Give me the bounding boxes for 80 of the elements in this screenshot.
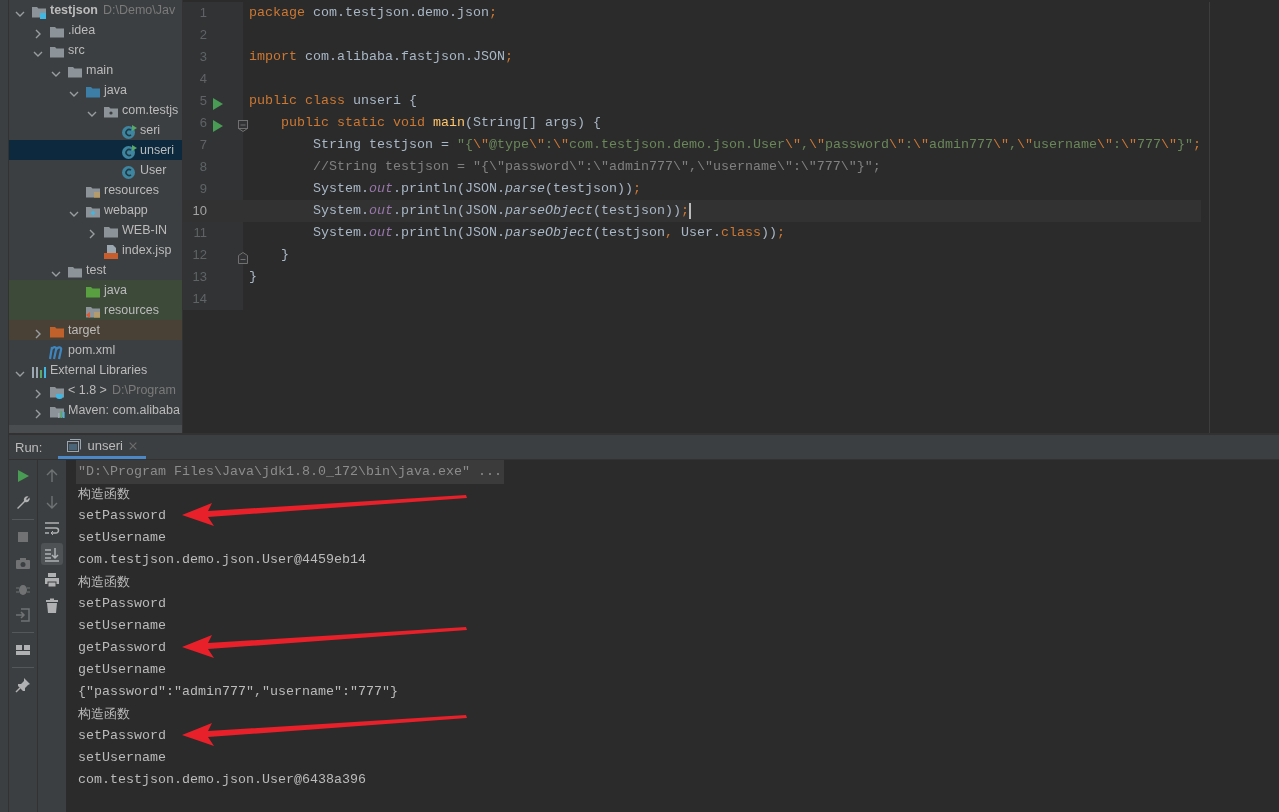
output-line: setUsername xyxy=(77,529,167,547)
item-label: resources xyxy=(104,301,159,319)
code-line: } xyxy=(248,268,257,286)
item-label: com.testjs xyxy=(122,101,179,119)
tree-item[interactable]: index.jsp xyxy=(9,240,182,260)
item-label: .idea xyxy=(68,21,96,39)
item-label: resources xyxy=(104,181,159,199)
item-label: index.jsp xyxy=(122,241,172,259)
line-number: 10 xyxy=(191,202,207,221)
item-label: External Libraries xyxy=(50,361,148,379)
code-line: public static void main(String[] args) { xyxy=(280,114,601,132)
tree-item[interactable]: External Libraries xyxy=(9,360,182,380)
tree-item[interactable]: src xyxy=(9,40,182,60)
output-line: {"password":"admin777","username":"777"} xyxy=(77,683,399,701)
tree-item[interactable]: resources xyxy=(9,300,182,320)
item-label: pom.xml xyxy=(68,341,116,359)
run-icon[interactable] xyxy=(213,117,223,129)
tree-item[interactable]: com.testjs xyxy=(9,100,182,120)
close-icon[interactable] xyxy=(127,440,138,451)
tree-item[interactable]: User xyxy=(9,160,182,180)
console-icon xyxy=(66,437,83,454)
fold-icon[interactable] xyxy=(238,117,248,129)
output-line: 构造函数 xyxy=(77,572,131,591)
tree-item[interactable]: seri xyxy=(9,120,182,140)
tree-item[interactable]: .idea xyxy=(9,20,182,40)
code-line: System.out.println(JSON.parse(testjson)); xyxy=(312,180,641,198)
output-line: 构造函数 xyxy=(77,484,131,503)
output-line: setPassword xyxy=(77,507,167,525)
item-label: webapp xyxy=(104,201,148,219)
scroll-end-icon[interactable] xyxy=(41,543,63,565)
path-hint: D:\Program xyxy=(111,381,176,399)
scrollbar[interactable] xyxy=(9,425,182,433)
item-label: java xyxy=(104,81,127,99)
item-label: src xyxy=(68,41,85,59)
run-icon[interactable] xyxy=(213,95,223,107)
item-label: main xyxy=(86,61,114,79)
tree-item[interactable]: resources xyxy=(9,180,182,200)
panel-label: Run: xyxy=(14,439,44,457)
output-line: 构造函数 xyxy=(77,704,131,723)
code-line: } xyxy=(280,246,289,264)
tree-item[interactable]: Maven: com.alibaba xyxy=(9,400,182,420)
code-line: String testjson = "{\"@type\":\"com.testjson.demo.json.User\",\"password\":\"admin777\",\"username\":\"777\"}"; xyxy=(312,136,1201,154)
item-label: java xyxy=(104,281,127,299)
output-line: getPassword xyxy=(77,639,167,657)
tree-item[interactable]: webapp xyxy=(9,200,182,220)
path-hint: D:\Demo\Jav xyxy=(102,1,176,19)
tree-item[interactable]: unseri xyxy=(9,140,182,160)
tree-item[interactable]: java xyxy=(9,80,182,100)
item-label: User xyxy=(140,161,167,179)
item-label: WEB-IN xyxy=(122,221,168,239)
item-label: target xyxy=(68,321,100,339)
code-line: System.out.println(JSON.parseObject(testjson)); xyxy=(312,202,689,220)
code-line: package com.testjson.demo.json; xyxy=(248,4,497,22)
item-label: testjson xyxy=(50,1,98,19)
output-line: getUsername xyxy=(77,661,167,679)
tree-item[interactable]: testjson D:\Demo\Jav xyxy=(9,0,182,20)
output-line: setPassword xyxy=(77,727,167,745)
code-line: //String testjson = "{\"password\":\"admin777\",\"username\":\"777\"}"; xyxy=(312,158,881,176)
output-line: setUsername xyxy=(77,749,167,767)
code-line: import com.alibaba.fastjson.JSON; xyxy=(248,48,513,66)
item-label: < 1.8 > xyxy=(68,381,107,399)
output-line: com.testjson.demo.json.User@4459eb14 xyxy=(77,551,367,569)
fold-icon[interactable] xyxy=(238,249,248,261)
item-label: Maven: com.alibaba xyxy=(68,401,180,419)
tree-item[interactable]: pom.xml xyxy=(9,340,182,360)
tree-item[interactable]: main xyxy=(9,60,182,80)
item-label: test xyxy=(86,261,107,279)
item-label: unseri xyxy=(140,141,175,159)
tree-item[interactable]: test xyxy=(9,260,182,280)
output-line: setPassword xyxy=(77,595,167,613)
code-line: public class unseri { xyxy=(248,92,417,110)
tree-item[interactable]: java xyxy=(9,280,182,300)
tree-item[interactable]: target xyxy=(9,320,182,340)
text-cursor xyxy=(688,203,691,219)
output-line: com.testjson.demo.json.User@6438a396 xyxy=(77,771,367,789)
tree-item[interactable]: < 1.8 > D:\Program xyxy=(9,380,182,400)
output-line: setUsername xyxy=(77,617,167,635)
code-line: System.out.println(JSON.parseObject(testjson, User.class)); xyxy=(312,224,785,242)
tree-item[interactable]: WEB-IN xyxy=(9,220,182,240)
item-label: seri xyxy=(140,121,161,139)
